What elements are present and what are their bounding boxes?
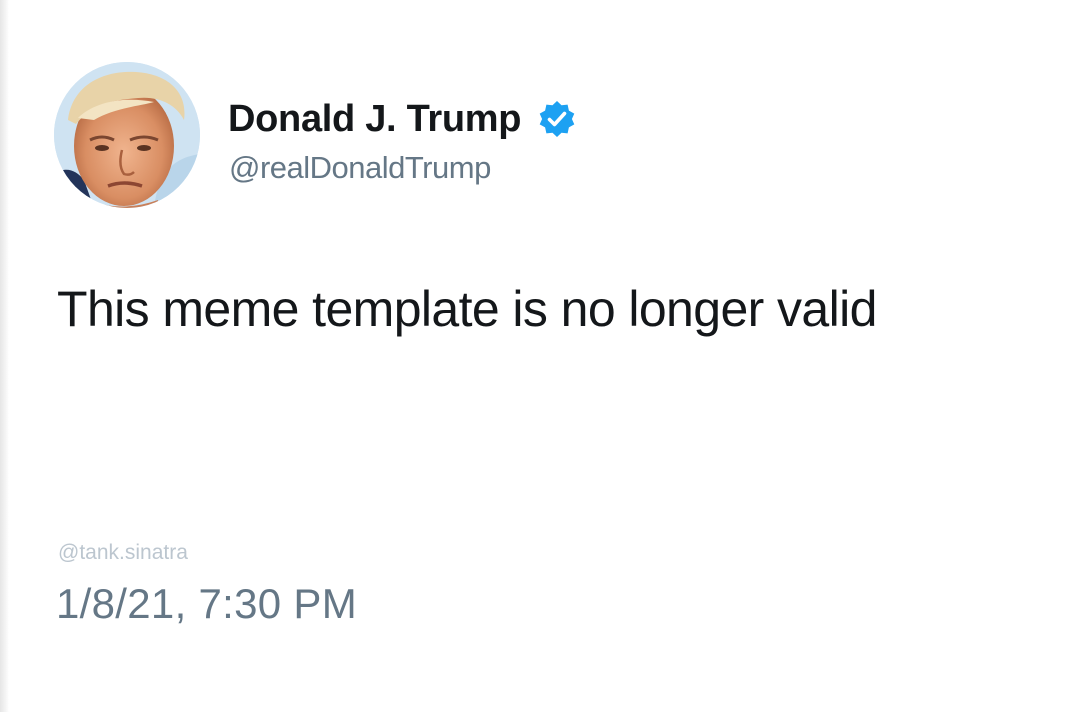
watermark: @tank.sinatra xyxy=(58,541,188,564)
left-edge-shadow xyxy=(0,0,9,712)
user-handle[interactable]: @realDonaldTrump xyxy=(229,150,491,186)
avatar[interactable] xyxy=(54,62,200,208)
verified-badge-icon xyxy=(537,99,577,139)
tweet-timestamp[interactable]: 1/8/21, 7:30 PM xyxy=(56,580,357,628)
profile-photo-icon xyxy=(54,62,200,208)
display-name[interactable]: Donald J. Trump xyxy=(228,98,522,141)
author-row: Donald J. Trump xyxy=(228,94,577,144)
tweet-text: This meme template is no longer valid xyxy=(57,281,877,337)
tweet-screenshot: Donald J. Trump @realDonaldTrump This me… xyxy=(0,0,1080,712)
